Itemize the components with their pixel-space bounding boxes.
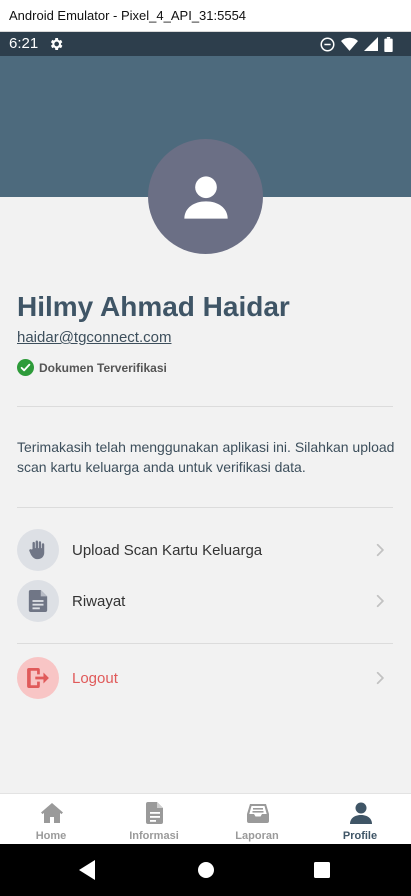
profile-email[interactable]: haidar@tgconnect.com: [17, 329, 171, 346]
system-navigation-bar: [0, 844, 411, 896]
logout-icon: [17, 657, 59, 699]
nav-laporan[interactable]: Laporan: [206, 794, 308, 845]
info-message: Terimakasih telah menggunakan aplikasi i…: [17, 439, 395, 475]
status-bar: 6:21: [0, 32, 411, 56]
divider: [17, 507, 393, 508]
divider: [17, 643, 393, 644]
battery-icon: [384, 36, 393, 52]
profile-name: Hilmy Ahmad Haidar: [17, 291, 290, 322]
status-time: 6:21: [9, 35, 39, 52]
app-frame: Android Emulator - Pixel_4_API_31:5554 6…: [0, 0, 411, 896]
hand-icon: [17, 529, 59, 571]
verified-badge: Dokumen Terverifikasi: [17, 359, 167, 376]
document-icon: [17, 580, 59, 622]
status-icons: [320, 36, 393, 52]
signal-icon: [364, 37, 378, 51]
home-button-icon[interactable]: [194, 858, 218, 882]
user-icon: [183, 175, 228, 219]
chevron-right-icon: [376, 543, 384, 557]
emulator-titlebar: Android Emulator - Pixel_4_API_31:5554: [0, 0, 411, 32]
nav-profile[interactable]: Profile: [309, 794, 411, 845]
user-icon: [350, 802, 372, 824]
upload-kk-menu-item[interactable]: Upload Scan Kartu Keluarga: [17, 528, 393, 572]
gear-icon: [50, 38, 63, 50]
nav-informasi[interactable]: Informasi: [103, 794, 205, 845]
wifi-icon: [341, 37, 358, 51]
riwayat-label: Riwayat: [72, 592, 126, 610]
avatar[interactable]: [148, 139, 263, 254]
nav-home-label: Home: [35, 830, 67, 842]
bottom-navigation: Home Informasi Laporan Profile: [0, 793, 411, 844]
riwayat-menu-item[interactable]: Riwayat: [17, 579, 393, 623]
upload-kk-label: Upload Scan Kartu Keluarga: [72, 541, 263, 559]
verified-label: Dokumen Terverifikasi: [39, 360, 167, 375]
divider: [17, 406, 393, 407]
nav-laporan-label: Laporan: [235, 830, 279, 842]
recents-icon[interactable]: [310, 858, 334, 882]
inbox-icon: [247, 804, 269, 823]
do-not-disturb-icon: [320, 37, 335, 51]
logout-menu-item[interactable]: Logout: [17, 656, 393, 700]
nav-profile-label: Profile: [342, 830, 378, 842]
check-circle-icon: [17, 359, 34, 376]
back-icon[interactable]: [76, 858, 100, 882]
chevron-right-icon: [376, 671, 384, 685]
logout-label: Logout: [72, 669, 118, 687]
nav-informasi-label: Informasi: [129, 830, 179, 842]
home-icon: [41, 803, 63, 823]
nav-home[interactable]: Home: [0, 794, 102, 845]
window-title: Android Emulator - Pixel_4_API_31:5554: [9, 8, 247, 23]
profile-content: [0, 197, 411, 793]
document-icon: [146, 802, 163, 824]
chevron-right-icon: [376, 594, 384, 608]
